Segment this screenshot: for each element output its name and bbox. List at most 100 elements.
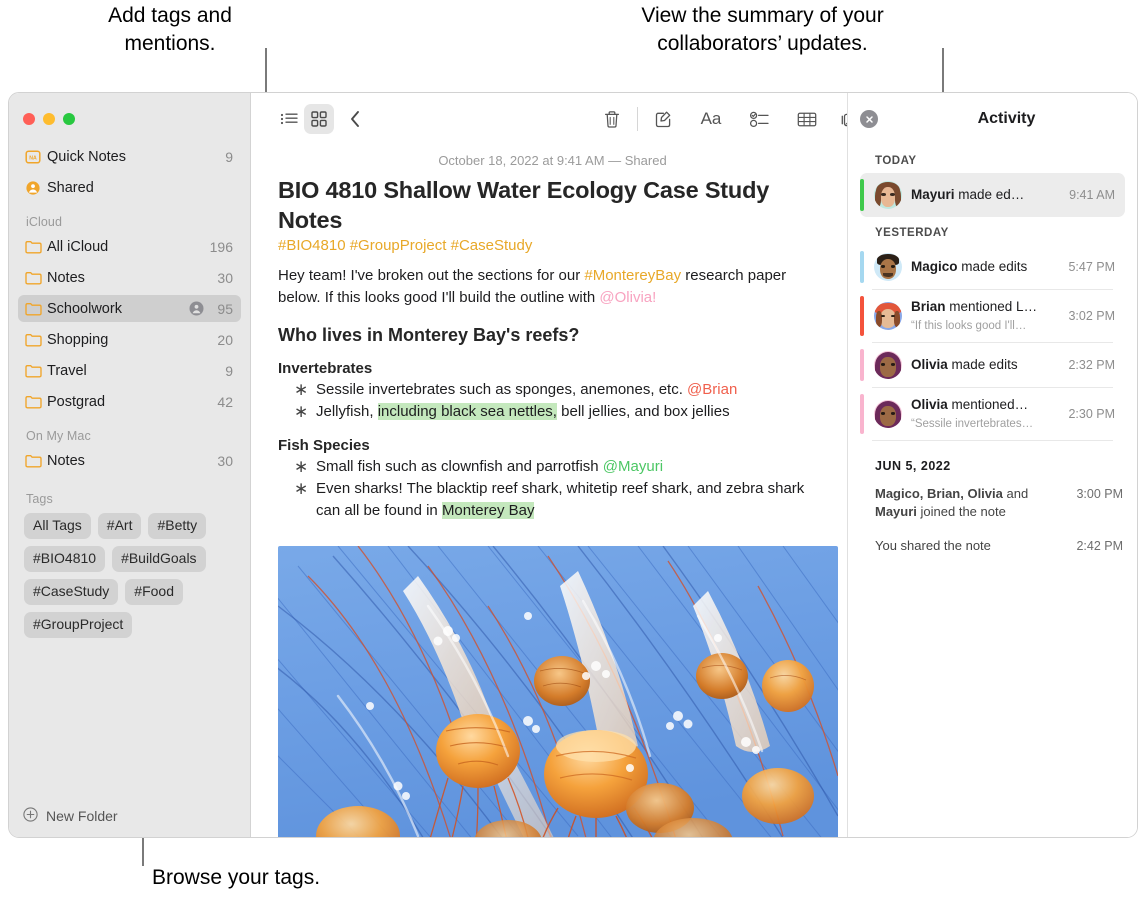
activity-quote: “If this looks good I'll… <box>911 320 1027 332</box>
trash-icon[interactable] <box>597 104 627 134</box>
bullet-text-2: bell jellies, and box jellies <box>556 403 730 420</box>
avatar-brian <box>874 302 902 330</box>
activity-action: mentioned L… <box>945 299 1038 314</box>
note-bullet-item: Sessile invertebrates such as sponges, a… <box>290 379 827 401</box>
activity-timestamp: 3:00 PM <box>1076 487 1123 501</box>
activity-item-mayuri-edits[interactable]: Mayuri made ed… 9:41 AM <box>860 173 1125 217</box>
tag-chip-groupproject[interactable]: #GroupProject <box>24 612 133 638</box>
activity-action: You shared the note <box>875 538 991 553</box>
activity-text: Olivia made edits <box>911 356 1060 374</box>
note-bullet-item: Small fish such as clownfish and parrotf… <box>290 456 827 478</box>
note-bullet-item: Even sharks! The blacktip reef shark, wh… <box>290 478 827 522</box>
note-bullet-list-invertebrates: Sessile invertebrates such as sponges, a… <box>278 379 827 423</box>
compose-icon[interactable] <box>648 104 678 134</box>
tag-chip-buildgoals[interactable]: #BuildGoals <box>112 546 206 572</box>
tag-chip-food[interactable]: #Food <box>125 579 183 605</box>
folder-icon <box>25 333 47 347</box>
tag-chip-casestudy[interactable]: #CaseStudy <box>24 579 119 605</box>
avatar-face <box>874 302 902 330</box>
note-section-heading: Who lives in Monterey Bay's reefs? <box>278 325 580 345</box>
note-subheading-fish-species: Fish Species <box>278 437 370 454</box>
activity-timestamp: 9:41 AM <box>1069 188 1115 202</box>
folder-icon <box>25 454 47 468</box>
note-subheading-invertebrates: Invertebrates <box>278 360 373 377</box>
activity-timestamp: 2:42 PM <box>1076 539 1123 553</box>
activity-item-joined-note: Magico, Brian, Olivia and Mayuri joined … <box>848 479 1137 527</box>
sidebar-item-shared[interactable]: Shared <box>18 174 241 201</box>
tag-chip-art[interactable]: #Art <box>97 513 142 539</box>
folder-icon <box>25 395 47 409</box>
tag-chip-bio4810[interactable]: #BIO4810 <box>24 546 106 572</box>
activity-title: Activity <box>977 110 1036 127</box>
activity-color-bar <box>860 251 864 283</box>
intro-text-1: Hey team! I've broken out the sections f… <box>278 267 585 284</box>
window-traffic-lights <box>23 113 75 125</box>
activity-item-shared-note: You shared the note 2:42 PM <box>848 527 1137 561</box>
inline-tag-montereybay[interactable]: #MontereyBay <box>584 267 681 284</box>
activity-item-brian-mention[interactable]: Brian mentioned L… “If this looks good I… <box>860 290 1125 342</box>
sidebar-item-count: 30 <box>217 269 233 286</box>
list-view-icon[interactable] <box>274 104 304 134</box>
sidebar-item-label: All iCloud <box>47 238 109 255</box>
sidebar-section-header-on-my-mac: On My Mac <box>26 429 91 443</box>
sidebar-item-label: Travel <box>47 362 87 379</box>
activity-person-name: Olivia <box>911 397 948 412</box>
folder-icon <box>25 302 47 316</box>
zoom-window-button[interactable] <box>63 113 75 125</box>
activity-color-bar <box>860 296 864 336</box>
mention-brian[interactable]: @Brian <box>687 381 737 398</box>
minimize-window-button[interactable] <box>43 113 55 125</box>
activity-line: Brian mentioned L… <box>911 299 1037 314</box>
sidebar-item-notes-icloud[interactable]: Notes 30 <box>18 264 241 291</box>
format-aa-icon[interactable]: Aa <box>696 104 726 134</box>
activity-panel: Activity TODAY Mayuri made ed… 9:41 AM Y… <box>847 93 1137 837</box>
activity-color-bar <box>860 349 864 381</box>
bullet-text: Sessile invertebrates such as sponges, a… <box>316 381 688 398</box>
checklist-icon[interactable] <box>744 104 774 134</box>
close-icon[interactable] <box>860 110 878 128</box>
activity-action: made edits <box>957 259 1028 274</box>
activity-timestamp: 2:32 PM <box>1068 358 1115 372</box>
avatar-olivia <box>874 351 902 379</box>
sidebar-item-schoolwork[interactable]: Schoolwork 95 <box>18 295 241 322</box>
sidebar-item-shopping[interactable]: Shopping 20 <box>18 326 241 353</box>
table-icon[interactable] <box>792 104 822 134</box>
new-folder-button[interactable]: New Folder <box>9 795 250 837</box>
shared-folder-badge-icon <box>189 301 204 316</box>
folder-icon <box>25 271 47 285</box>
note-content[interactable]: October 18, 2022 at 9:41 AM — Shared BIO… <box>252 145 847 837</box>
sidebar-item-postgrad[interactable]: Postgrad 42 <box>18 388 241 415</box>
jellyfish-photo <box>278 546 838 837</box>
note-attached-image-jellyfish[interactable] <box>278 546 838 837</box>
activity-header: Activity <box>848 93 1137 145</box>
note-title: BIO 4810 Shallow Water Ecology Case Stud… <box>278 177 770 233</box>
activity-list: TODAY Mayuri made ed… 9:41 AM YESTERDAY … <box>848 145 1137 837</box>
sidebar-item-count: 42 <box>217 393 233 410</box>
gallery-view-icon[interactable] <box>304 104 334 134</box>
tag-chip-all-tags[interactable]: All Tags <box>24 513 91 539</box>
tag-chip-betty[interactable]: #Betty <box>148 513 207 539</box>
highlighted-text: including black sea nettles, <box>377 403 557 420</box>
callout-view-summary: View the summary of your collaborators’ … <box>641 4 884 55</box>
activity-group-title-yesterday: YESTERDAY <box>875 227 949 239</box>
activity-quote: “Sessile invertebrates… <box>911 418 1034 430</box>
folder-icon <box>25 364 47 378</box>
note-date-line: October 18, 2022 at 9:41 AM — Shared <box>438 153 667 168</box>
sidebar-section-header-tags: Tags <box>26 492 53 506</box>
activity-item-magico-edits[interactable]: Magico made edits 5:47 PM <box>860 245 1125 289</box>
sidebar-item-travel[interactable]: Travel 9 <box>18 357 241 384</box>
sidebar-item-quick-notes[interactable]: NA Quick Notes 9 <box>18 143 241 170</box>
back-chevron-icon[interactable] <box>340 104 370 134</box>
activity-text: Mayuri made ed… <box>911 186 1061 204</box>
mention-olivia[interactable]: @Olivia! <box>599 289 656 306</box>
activity-item-olivia-edits[interactable]: Olivia made edits 2:32 PM <box>860 343 1125 387</box>
activity-line: Magico made edits <box>911 259 1027 274</box>
sidebar-item-label: Notes <box>47 269 85 286</box>
activity-item-olivia-mention[interactable]: Olivia mentioned… “Sessile invertebrates… <box>860 388 1125 440</box>
mention-mayuri[interactable]: @Mayuri <box>603 458 663 475</box>
sidebar-item-all-icloud[interactable]: All iCloud 196 <box>18 233 241 260</box>
sidebar-item-notes-on-my-mac[interactable]: Notes 30 <box>18 447 241 474</box>
new-folder-label: New Folder <box>46 808 118 824</box>
activity-group-title-today: TODAY <box>875 155 917 167</box>
close-window-button[interactable] <box>23 113 35 125</box>
